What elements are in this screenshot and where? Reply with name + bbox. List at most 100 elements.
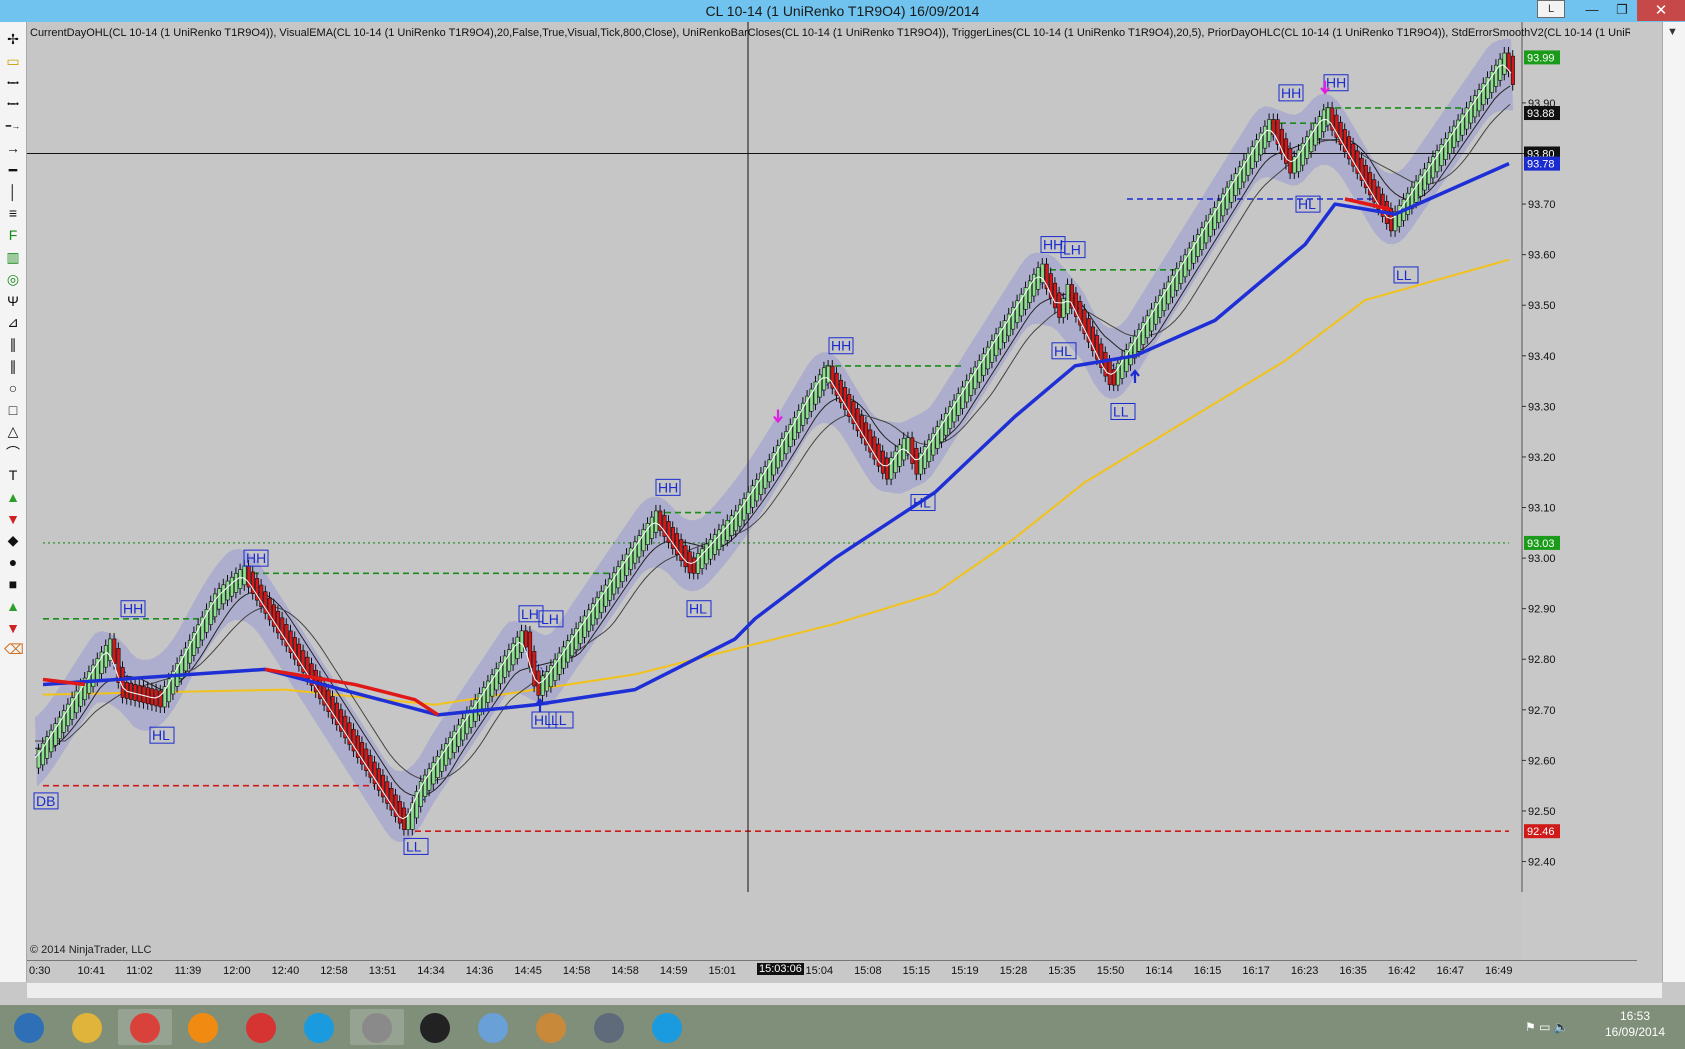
price-badge-label: 92.46 [1527,826,1555,838]
close-button[interactable]: ✕ [1637,0,1685,21]
vlc-icon[interactable] [176,1009,230,1045]
renko-bar-down [133,684,138,701]
paint-icon[interactable] [524,1009,578,1045]
taskbar-clock[interactable]: 16:53 16/09/2014 [1595,1008,1675,1040]
renko-bar-up [704,543,709,565]
renko-bar-down [1107,360,1112,385]
skype-icon[interactable] [292,1009,346,1045]
circle-target-icon[interactable]: ◎ [4,270,22,288]
renko-bar-up [103,645,108,668]
skype-icon-2[interactable] [640,1009,694,1045]
pitchfork-icon[interactable]: Ψ [4,292,22,310]
price-chart[interactable]: HHHLHHLLLH LHHL LLHHHLHHHLHH LHHLLLHHHHHLLL… [27,22,1637,960]
grid-icon[interactable]: ▥ [4,248,22,266]
horizontal-line-icon[interactable]: ━ [4,161,22,179]
pin-icon[interactable]: ✢ [4,30,22,48]
y-tick-label: 92.40 [1528,857,1556,869]
ninjatrader-icon-glyph [362,1013,392,1043]
fib-icon[interactable]: F [4,226,22,244]
price-badge-label: 93.88 [1527,108,1555,120]
dot-line-icon[interactable]: •━• [4,74,22,92]
x-tick-label: 15:01 [708,965,736,977]
svg-text:LL: LL [1113,403,1129,419]
diamond-icon[interactable]: ◆ [4,531,22,549]
y-tick-label: 93.60 [1528,250,1556,262]
multi-line-icon[interactable]: ≡ [4,204,22,222]
media-player-icon[interactable] [234,1009,288,1045]
up-triangle-icon[interactable]: ▲ [4,597,22,615]
parallel-icon[interactable]: ∥ [4,335,22,353]
link-button[interactable]: L [1537,0,1565,18]
renko-bar-up [729,515,734,536]
y-tick-label: 93.40 [1528,351,1556,363]
y-tick-label: 92.80 [1528,654,1556,666]
swing-label-hh: HH [120,600,146,618]
y-tick-label: 93.00 [1528,553,1556,565]
renko-bar-down [141,686,146,704]
renko-bar-down [137,685,142,702]
renko-bar-up [696,553,701,574]
renko-bar-down [523,630,528,648]
y-tick-label: 92.60 [1528,755,1556,767]
title-bar: CL 10-14 (1 UniRenko T1R9O4) 16/09/2014 … [0,0,1685,22]
file-explorer-icon[interactable] [60,1009,114,1045]
dot-icon[interactable]: ● [4,553,22,571]
eraser-icon[interactable]: ⌫ [4,640,24,658]
y-tick-label: 92.50 [1528,806,1556,818]
svg-text:LL: LL [1396,267,1412,283]
arrow-line-icon[interactable]: → [4,139,22,157]
y-tick-label: 92.90 [1528,604,1556,616]
start-orb-icon[interactable] [2,1009,56,1045]
ellipse-icon[interactable]: ○ [4,379,22,397]
right-scroll-strip: ▼ [1662,22,1685,982]
chevron-down-icon[interactable]: ▼ [1667,26,1678,38]
chart-panel[interactable]: HH HL HH LL LH LH HL LL HH HL HH HL HH LH HL LL HH HH HL LL… [27,22,1637,960]
svg-text:DB: DB [36,793,55,809]
renko-bar-up [725,520,730,541]
renko-bar-up [213,593,218,618]
svg-text:HH: HH [123,601,143,617]
y-tick-label: 93.30 [1528,401,1556,413]
down-arrow-icon[interactable]: ▼ [4,510,22,528]
restore-button[interactable]: ❐ [1607,0,1637,20]
down-triangle-icon[interactable]: ▼ [4,619,22,637]
parallel-icon[interactable]: ∥ [4,357,22,375]
renko-bar-down [885,457,890,480]
snipping-tool-icon[interactable] [466,1009,520,1045]
horizontal-scrollbar[interactable] [27,982,1662,998]
calculator-icon[interactable] [582,1009,636,1045]
renko-bar-down [397,801,402,824]
vertical-line-icon[interactable]: │ [4,183,22,201]
x-tick-label: 16:42 [1387,965,1416,977]
renko-bar-down [1057,292,1062,318]
swing-label-db: DB [33,792,59,810]
skype-icon-glyph [304,1013,334,1043]
dot-line-icon[interactable]: •━• [4,95,22,113]
swing-label-hh: HH [1278,84,1304,102]
calculator-icon-glyph [594,1013,624,1043]
indicator-list: CurrentDayOHL(CL 10-14 (1 UniRenko T1R9O… [30,27,1630,39]
triangle-icon[interactable]: △ [4,422,22,440]
square-icon[interactable]: ■ [4,575,22,593]
rectangle-icon[interactable]: □ [4,401,22,419]
renko-bar-up [1032,273,1037,297]
regression-icon[interactable]: ⊿ [4,313,22,331]
text-icon[interactable]: T [4,466,22,484]
renko-bar-down [914,448,919,475]
ray-icon[interactable]: ━→ [4,117,22,135]
renko-bar-up [234,573,239,593]
chrome-icon[interactable] [118,1009,172,1045]
up-arrow-icon[interactable]: ▲ [4,488,22,506]
renko-bar-up [229,576,234,597]
ninjatrader-icon[interactable] [350,1009,404,1045]
x-tick-label: 15:19 [951,965,979,977]
x-tick-label: 16:17 [1242,965,1270,977]
y-tick-label: 93.10 [1528,503,1556,515]
svg-text:LH: LH [521,606,539,622]
minimize-button[interactable]: — [1577,0,1607,20]
chrome-icon-glyph [130,1013,160,1043]
arc-icon[interactable]: ⌒ [4,444,22,462]
replay-data-icon[interactable] [408,1009,462,1045]
marker-icon[interactable]: ▭ [4,52,22,70]
x-tick-label: 12:40 [271,965,300,977]
